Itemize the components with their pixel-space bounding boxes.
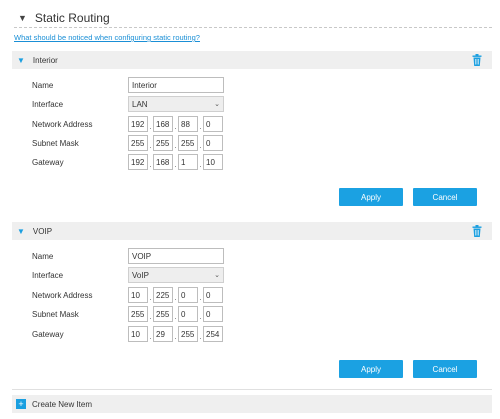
ip-octet[interactable]: 255 [128,306,148,322]
divider [12,389,492,390]
ip-octet[interactable]: 255 [178,135,198,151]
ip-octet[interactable]: 192 [128,116,148,132]
ip-octet[interactable]: 255 [128,135,148,151]
ip-octet[interactable]: 0 [203,116,223,132]
gateway-label: Gateway [32,329,64,339]
subnet-mask-input: 255. 255. 0. 0 [128,306,223,322]
ip-octet[interactable]: 192 [128,154,148,170]
network-address-input: 10. 225. 0. 0 [128,287,223,303]
ip-octet[interactable]: 10 [203,154,223,170]
subnet-mask-row: Subnet Mask 255. 255. 255. 0 [32,135,223,151]
ip-octet[interactable]: 254 [203,326,223,342]
ip-octet[interactable]: 168 [153,154,173,170]
ip-octet[interactable]: 10 [128,287,148,303]
section-title: Static Routing [34,10,110,25]
create-new-item-label: Create New Item [32,399,93,409]
trash-icon[interactable] [472,225,482,237]
interface-select[interactable]: VoIP ⌄ [128,267,224,283]
name-row: Name Interior [32,77,224,93]
cancel-button[interactable]: Cancel [413,188,477,206]
ip-octet[interactable]: 10 [128,326,148,342]
gateway-row: Gateway 10. 29. 255. 254 [32,326,223,342]
ip-octet[interactable]: 88 [178,116,198,132]
interface-row: Interface VoIP ⌄ [32,267,224,283]
subnet-mask-input: 255. 255. 255. 0 [128,135,223,151]
ip-octet[interactable]: 29 [153,326,173,342]
expand-triangle-icon[interactable]: ▼ [17,227,25,236]
network-address-input: 192. 168. 88. 0 [128,116,223,132]
gateway-label: Gateway [32,157,64,167]
route-title: Interior [32,55,58,65]
interface-label: Interface [32,99,64,109]
chevron-down-icon: ⌄ [214,272,220,279]
name-input[interactable]: VOIP [128,248,224,264]
collapse-triangle-icon[interactable]: ▼ [18,13,27,23]
ip-octet[interactable]: 255 [178,326,198,342]
interface-select-value: LAN [132,99,148,109]
ip-octet[interactable]: 1 [178,154,198,170]
network-address-label: Network Address [32,119,93,129]
name-label: Name [32,251,54,261]
route-title: VOIP [32,226,53,236]
route-item-bar[interactable]: ▼ VOIP [12,222,492,240]
expand-triangle-icon[interactable]: ▼ [17,56,25,65]
ip-octet[interactable]: 168 [153,116,173,132]
subnet-mask-label: Subnet Mask [32,138,79,148]
gateway-input: 192. 168. 1. 10 [128,154,223,170]
subnet-mask-label: Subnet Mask [32,309,79,319]
ip-octet[interactable]: 0 [178,287,198,303]
ip-octet[interactable]: 0 [203,135,223,151]
ip-octet[interactable]: 255 [153,135,173,151]
network-address-label: Network Address [32,290,93,300]
ip-octet[interactable]: 0 [178,306,198,322]
ip-octet[interactable]: 0 [203,287,223,303]
gateway-row: Gateway 192. 168. 1. 10 [32,154,223,170]
plus-icon[interactable]: + [16,399,26,409]
section-header[interactable]: ▼ Static Routing [14,8,492,28]
interface-select[interactable]: LAN ⌄ [128,96,224,112]
chevron-down-icon: ⌄ [214,101,220,108]
create-new-item-bar[interactable]: + Create New Item [12,395,492,413]
ip-octet[interactable]: 0 [203,306,223,322]
subnet-mask-row: Subnet Mask 255. 255. 0. 0 [32,306,223,322]
network-address-row: Network Address 10. 225. 0. 0 [32,287,223,303]
network-address-row: Network Address 192. 168. 88. 0 [32,116,223,132]
route-item-bar[interactable]: ▼ Interior [12,51,492,69]
name-input[interactable]: Interior [128,77,224,93]
interface-label: Interface [32,270,64,280]
cancel-button[interactable]: Cancel [413,360,477,378]
trash-icon[interactable] [472,54,482,66]
gateway-input: 10. 29. 255. 254 [128,326,223,342]
ip-octet[interactable]: 225 [153,287,173,303]
apply-button[interactable]: Apply [339,188,403,206]
interface-row: Interface LAN ⌄ [32,96,224,112]
name-row: Name VOIP [32,248,224,264]
interface-select-value: VoIP [132,270,149,280]
name-label: Name [32,80,54,90]
apply-button[interactable]: Apply [339,360,403,378]
help-link[interactable]: What should be noticed when configuring … [14,33,200,42]
ip-octet[interactable]: 255 [153,306,173,322]
